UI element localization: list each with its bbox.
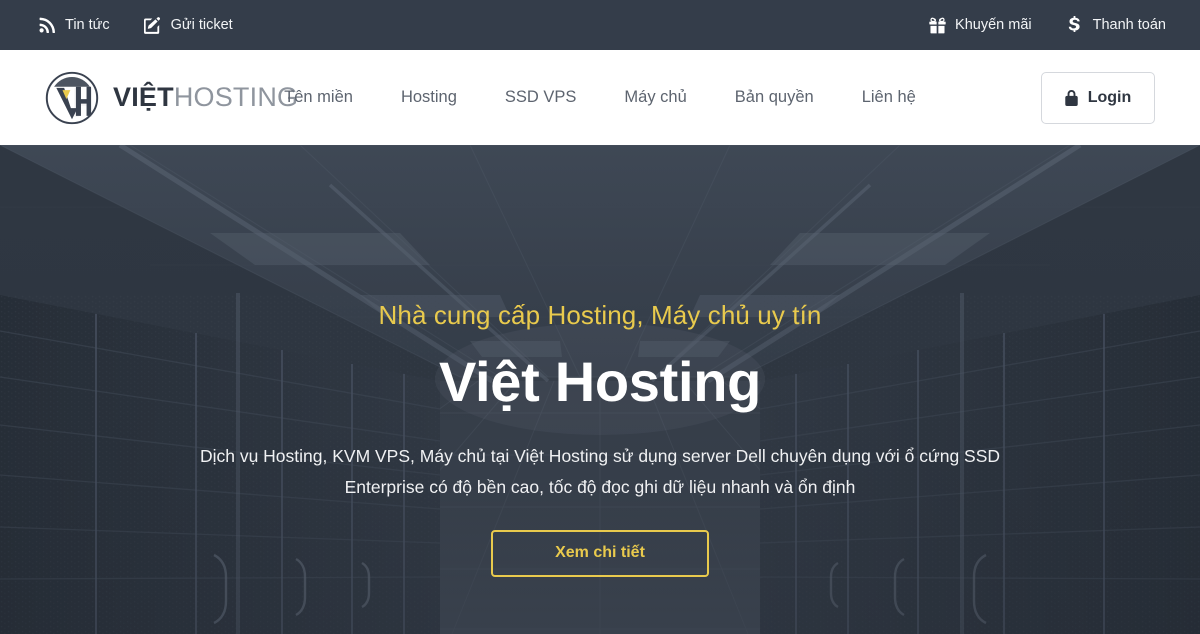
hero-cta-button[interactable]: Xem chi tiết (491, 529, 709, 577)
nav-item-domains[interactable]: Tên miền (260, 80, 377, 115)
top-link-promotions-label: Khuyến mãi (955, 17, 1032, 33)
nav-item-licenses[interactable]: Bản quyền (711, 80, 838, 115)
gift-icon (928, 16, 946, 34)
nav-item-contact[interactable]: Liên hệ (838, 80, 940, 115)
login-button[interactable]: Login (1041, 71, 1155, 124)
top-link-ticket-label: Gửi ticket (170, 17, 233, 33)
rss-icon (38, 16, 56, 34)
site-header: VIỆTHOSTING Tên miền Hosting SSD VPS Máy… (0, 50, 1200, 145)
top-link-news[interactable]: Tin tức (38, 16, 110, 34)
dollar-icon (1066, 16, 1084, 34)
logo-text-primary: VIỆT (113, 82, 174, 112)
lock-icon (1064, 89, 1078, 106)
top-utility-left-group: Tin tức Gửi ticket (38, 16, 267, 34)
nav-item-servers[interactable]: Máy chủ (600, 80, 710, 115)
top-link-payment-label: Thanh toán (1092, 17, 1166, 33)
top-link-news-label: Tin tức (65, 17, 110, 33)
login-button-label: Login (1087, 88, 1132, 106)
hero-title: Việt Hosting (438, 350, 762, 414)
edit-square-icon (144, 16, 162, 34)
hero-content: Nhà cung cấp Hosting, Máy chủ uy tín Việ… (0, 145, 1200, 634)
hero-subtitle: Dịch vụ Hosting, KVM VPS, Máy chủ tại Vi… (199, 445, 1001, 497)
top-utility-bar: Tin tức Gửi ticket Khuyến mãi Thanh toán (0, 0, 1200, 50)
nav-item-hosting[interactable]: Hosting (377, 80, 481, 115)
top-link-promotions[interactable]: Khuyến mãi (928, 16, 1032, 34)
hero-eyebrow: Nhà cung cấp Hosting, Máy chủ uy tín (378, 300, 822, 330)
hero-section: Nhà cung cấp Hosting, Máy chủ uy tín Việ… (0, 145, 1200, 634)
top-link-payment[interactable]: Thanh toán (1066, 16, 1166, 34)
vh-monogram-icon (45, 71, 99, 124)
top-utility-right-group: Khuyến mãi Thanh toán (894, 16, 1166, 34)
top-link-ticket[interactable]: Gửi ticket (144, 16, 233, 34)
nav-item-ssd-vps[interactable]: SSD VPS (481, 80, 601, 115)
